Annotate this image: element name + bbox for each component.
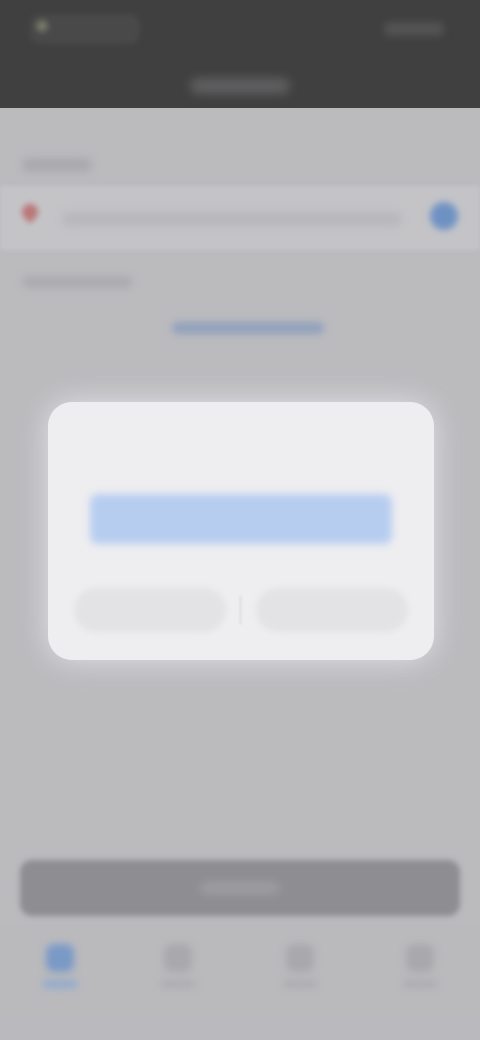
dialog-actions (74, 588, 408, 632)
button-divider (240, 596, 241, 624)
confirm-dialog (48, 402, 434, 660)
cancel-button[interactable] (74, 588, 226, 632)
dialog-link[interactable] (90, 494, 392, 544)
confirm-button[interactable] (256, 588, 408, 632)
